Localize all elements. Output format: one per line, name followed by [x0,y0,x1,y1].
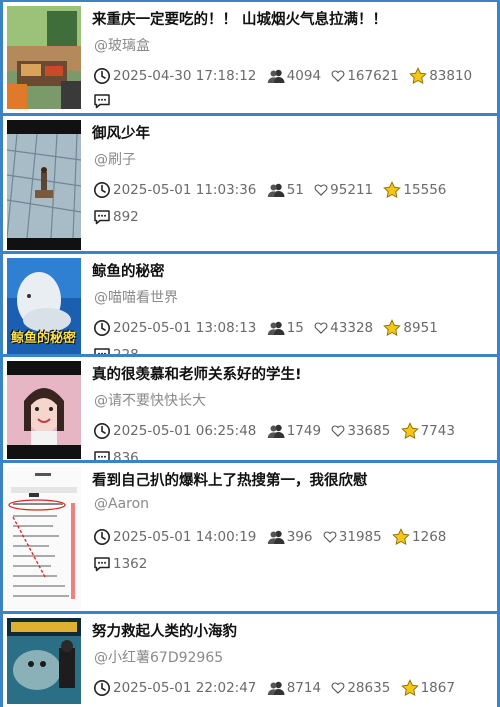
star-icon [392,528,410,546]
heart-icon [331,422,345,440]
post-card[interactable]: 看到自己扒的爆料上了热搜第一，我很欣慰 @Aaron 2025-05-01 14… [3,463,497,611]
post-likes[interactable]: 167621 [331,65,399,87]
heart-icon [331,67,345,85]
post-favorites[interactable]: 8951 [383,317,438,339]
post-thumbnail[interactable]: 鲸鱼的秘密 [7,258,81,354]
post-time: 2025-05-01 22:02:47 [93,677,256,699]
post-title[interactable]: 真的很羡慕和老师关系好的学生! [92,363,489,384]
post-meta: 2025-04-30 17:18:12 4094 167621 83810 19… [93,65,493,113]
clock-icon [93,67,111,85]
post-plays: 4094 [267,65,321,87]
post-favorites[interactable]: 1867 [400,677,455,699]
comment-icon [93,346,111,354]
star-icon [383,181,402,199]
post-time: 2025-05-01 14:00:19 [93,526,256,548]
post-title[interactable]: 鲸鱼的秘密 [92,260,489,281]
post-comments[interactable]: 1362 [93,553,147,575]
post-title[interactable]: 看到自己扒的爆料上了热搜第一，我很欣慰 [92,469,489,490]
post-likes[interactable]: 31985 [323,526,382,548]
post-time: 2025-04-30 17:18:12 [93,65,256,87]
star-icon [409,67,427,85]
people-icon [267,67,285,85]
post-plays: 396 [267,526,312,548]
comment-icon [93,208,111,226]
post-meta: 2025-05-01 11:03:36 51 95211 15556 892 [93,179,493,233]
post-thumbnail[interactable] [7,120,81,250]
post-time: 2025-05-01 11:03:36 [93,179,256,201]
star-icon [400,422,419,440]
post-author[interactable]: @小红薯67D92965 [94,647,223,667]
post-author[interactable]: @玻璃盒 [94,35,150,55]
post-favorites[interactable]: 83810 [409,65,472,87]
comment-icon [93,449,111,460]
comment-icon [93,555,111,573]
post-likes[interactable]: 95211 [314,179,373,201]
heart-icon [314,319,328,337]
post-title[interactable]: 来重庆一定要吃的！！ 山城烟火气息拉满！！ [92,8,489,29]
heart-icon [314,181,328,199]
post-comments[interactable]: 836 [93,447,139,460]
thumbnail-caption: 鲸鱼的秘密 [11,331,77,346]
post-favorites[interactable]: 15556 [383,179,446,201]
clock-icon [93,422,111,440]
post-time: 2025-05-01 13:08:13 [93,317,256,339]
post-likes[interactable]: 28635 [331,677,390,699]
clock-icon [93,528,111,546]
people-icon [267,679,285,697]
post-author[interactable]: @刷子 [94,149,136,169]
post-card[interactable]: 鲸鱼的秘密 鲸鱼的秘密 @喵喵看世界 2025-05-01 13:08:13 1… [3,254,497,354]
post-title[interactable]: 御风少年 [92,122,489,143]
heart-icon [323,528,337,546]
post-meta: 2025-05-01 13:08:13 15 43328 8951 228 [93,317,493,354]
post-comments[interactable]: 892 [93,206,139,228]
post-thumbnail[interactable] [7,618,81,704]
post-comments[interactable]: 228 [93,344,139,354]
post-plays: 1749 [267,420,321,442]
post-thumbnail[interactable] [7,467,81,609]
clock-icon [93,679,111,697]
post-author[interactable]: @喵喵看世界 [94,287,178,307]
post-thumbnail[interactable] [7,361,81,459]
post-card[interactable]: 御风少年 @刷子 2025-05-01 11:03:36 51 95211 15… [3,116,497,251]
post-plays: 51 [267,179,304,201]
post-comments[interactable] [93,92,113,110]
star-icon [383,319,402,337]
post-card[interactable]: 真的很羡慕和老师关系好的学生! @请不要快快长大 2025-05-01 06:2… [3,357,497,460]
post-time: 2025-05-01 06:25:48 [93,420,256,442]
post-thumbnail[interactable] [7,6,81,109]
post-card[interactable]: 来重庆一定要吃的！！ 山城烟火气息拉满！！ @玻璃盒 2025-04-30 17… [3,2,497,113]
comment-icon [93,92,111,110]
people-icon [267,319,285,337]
post-meta: 2025-05-01 06:25:48 1749 33685 7743 836 [93,420,493,460]
post-card[interactable]: 努力救起人类的小海豹 @小红薯67D92965 2025-05-01 22:02… [3,614,497,707]
heart-icon [331,679,345,697]
clock-icon [93,319,111,337]
post-meta: 2025-05-01 14:00:19 396 31985 1268 1362 [93,526,493,580]
people-icon [267,422,285,440]
post-favorites[interactable]: 1268 [392,526,446,548]
post-plays: 15 [267,317,304,339]
people-icon [267,181,285,199]
post-author[interactable]: @Aaron [94,496,149,512]
post-likes[interactable]: 43328 [314,317,373,339]
post-meta: 2025-05-01 22:02:47 8714 28635 1867 187 [93,677,493,707]
post-author[interactable]: @请不要快快长大 [94,390,206,410]
post-feed: 来重庆一定要吃的！！ 山城烟火气息拉满！！ @玻璃盒 2025-04-30 17… [0,0,500,707]
clock-icon [93,181,111,199]
post-likes[interactable]: 33685 [331,420,390,442]
people-icon [267,528,285,546]
star-icon [400,679,419,697]
post-favorites[interactable]: 7743 [400,420,455,442]
post-plays: 8714 [267,677,321,699]
post-title[interactable]: 努力救起人类的小海豹 [92,620,489,641]
